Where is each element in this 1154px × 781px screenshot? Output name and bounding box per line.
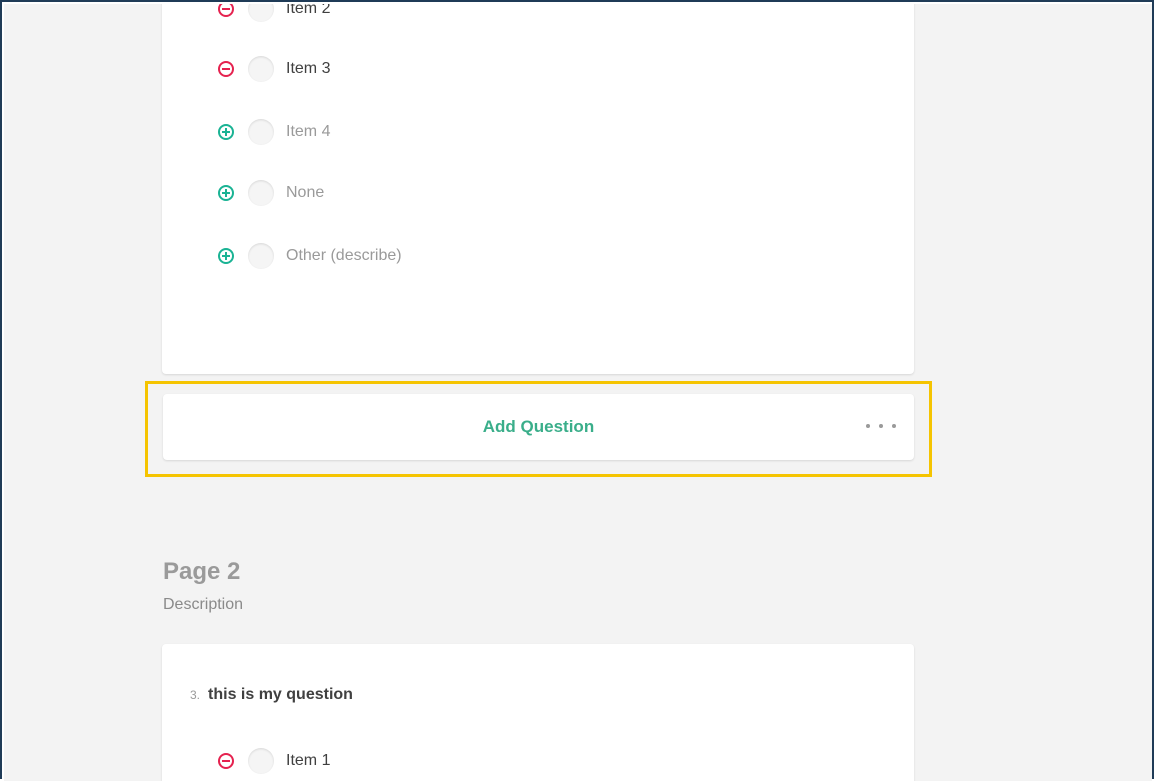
plus-circle-icon[interactable] [218,124,234,140]
choice-row: Item 1 [218,746,330,776]
choice-radio[interactable] [248,243,274,269]
choice-radio[interactable] [248,4,274,22]
choice-row: Item 3 [218,54,330,84]
choice-row: Item 4 [218,117,330,147]
question-title: 3. this is my question [190,686,353,704]
highlight-box [145,381,932,477]
page-title[interactable]: Page 2 [163,558,240,586]
window-frame: Item 2 Item 3 Item 4 None Other (describ [0,0,1154,781]
choice-label[interactable]: Item 4 [286,123,330,141]
choice-row: None [218,178,324,208]
question-number: 3. [190,688,201,702]
choice-radio[interactable] [248,56,274,82]
choice-radio[interactable] [248,180,274,206]
minus-circle-icon[interactable] [218,753,234,769]
minus-circle-icon[interactable] [218,61,234,77]
plus-circle-icon[interactable] [218,185,234,201]
choice-label[interactable]: Item 3 [286,60,330,78]
question-card-2[interactable]: Item 2 Item 3 Item 4 None Other (describ [162,4,914,374]
plus-circle-icon[interactable] [218,248,234,264]
choice-label[interactable]: Other (describe) [286,247,402,265]
choice-radio[interactable] [248,119,274,145]
choice-label[interactable]: Item 2 [286,4,330,18]
minus-circle-icon[interactable] [218,4,234,17]
page-description[interactable]: Description [163,596,243,614]
choice-row: Other (describe) [218,241,402,271]
question-card-3[interactable]: 3. this is my question Item 1 [162,644,914,781]
choice-label[interactable]: None [286,184,324,202]
choice-radio[interactable] [248,748,274,774]
survey-designer-canvas: Item 2 Item 3 Item 4 None Other (describ [4,4,1152,781]
choice-row: Item 2 [218,4,330,24]
choice-label[interactable]: Item 1 [286,752,330,770]
question-text[interactable]: this is my question [208,686,353,704]
